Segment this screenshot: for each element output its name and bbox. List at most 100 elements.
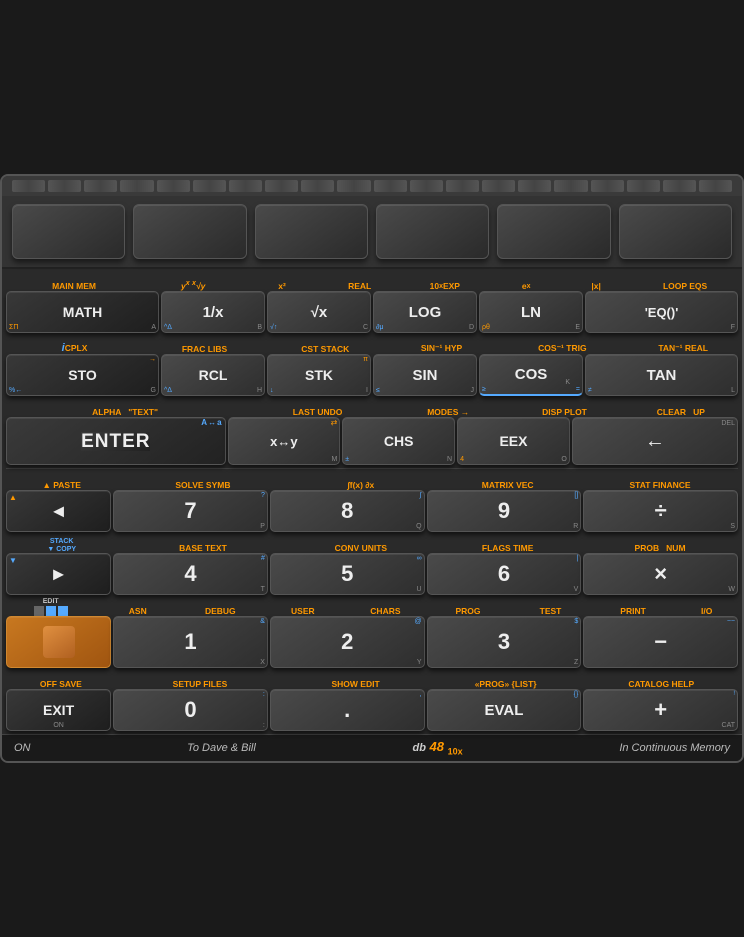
label-setup-files: SETUP FILES — [118, 679, 283, 689]
sin-key[interactable]: SIN ≤ J — [373, 354, 477, 396]
label-io: I/O — [675, 606, 738, 616]
vent-rib — [663, 180, 696, 192]
label-sin-inv-hyp: SIN⁻¹ HYP — [387, 343, 497, 354]
chs-key[interactable]: CHS ± N — [342, 417, 455, 465]
key-4[interactable]: 4 # T — [113, 553, 268, 595]
status-bar: ON To Dave & Bill db 48 10x In Continuou… — [2, 734, 742, 761]
label-yx: yx x√y — [144, 280, 242, 291]
row6-labels: EDIT ASN DEBUG USER CHARS PROG TEST PRIN… — [6, 598, 738, 616]
label-last-undo: LAST UNDO — [246, 407, 389, 417]
label-off-save: OFF SAVE — [6, 679, 116, 689]
vent-rib — [446, 180, 479, 192]
cos-key[interactable]: COS ≥ = K — [479, 354, 583, 396]
status-memory: In Continuous Memory — [619, 742, 730, 754]
f6-key[interactable] — [619, 204, 732, 259]
sto-key[interactable]: STO → %← G — [6, 354, 159, 396]
label-absx: |x| — [562, 281, 630, 291]
label-frac-libs: FRAC LIBS — [145, 344, 264, 354]
subtract-key[interactable]: − −− — [583, 616, 738, 668]
key-8[interactable]: 8 ∫ Q — [270, 490, 425, 532]
label-test: TEST — [510, 606, 591, 616]
vent-rib — [48, 180, 81, 192]
calculator: MAIN MEM yx x√y x² REAL 10x EXP ex |x| L… — [0, 174, 744, 763]
inv-x-key[interactable]: 1/x ^Δ B — [161, 291, 265, 333]
label-main-mem: MAIN MEM — [6, 281, 142, 291]
label-asn: ASN — [98, 606, 179, 616]
key-3[interactable]: 3 $ Z — [427, 616, 582, 668]
key-2[interactable]: 2 @ Y — [270, 616, 425, 668]
vent-rib — [337, 180, 370, 192]
label-cst-stack: CST STACK — [266, 344, 385, 354]
f4-key[interactable] — [376, 204, 489, 259]
key-6[interactable]: 6 | V — [427, 553, 582, 595]
tan-key[interactable]: TAN ≠ L — [585, 354, 738, 396]
vent-rib — [229, 180, 262, 192]
row5-labels: STACK▼ COPY BASE TEXT CONV UNITS FLAGS T… — [6, 535, 738, 553]
label-matrix-vec: MATRIX VEC — [435, 480, 580, 490]
vent-rib — [410, 180, 443, 192]
status-on: ON — [14, 742, 31, 754]
add-key[interactable]: + ! CAT — [583, 689, 738, 731]
label-chars: CHARS — [345, 606, 426, 616]
label-prog: PROG — [428, 606, 509, 616]
xy-swap-key[interactable]: x↔y ⇄ M — [228, 417, 341, 465]
label-disp-plot: DISP PLOT — [507, 407, 621, 417]
math-key[interactable]: MATH ΣΠ A — [6, 291, 159, 333]
section-row7: OFF SAVE SETUP FILES SHOW EDIT «PROG» {L… — [6, 671, 738, 731]
vent-rib — [301, 180, 334, 192]
key-5[interactable]: 5 ∞ U — [270, 553, 425, 595]
enter-key[interactable]: ENTER A↔a — [6, 417, 226, 465]
row4-keys: ◄ ▲ 7 ? P 8 ∫ Q 9 [] R — [6, 490, 738, 532]
f2-key[interactable] — [133, 204, 246, 259]
vent-rib — [157, 180, 190, 192]
label-solve-symb: SOLVE SYMB — [119, 480, 286, 490]
row7-labels: OFF SAVE SETUP FILES SHOW EDIT «PROG» {L… — [6, 671, 738, 689]
label-modes: MODES → — [391, 407, 505, 417]
label-stat-finance: STAT FINANCE — [582, 480, 738, 490]
exit-key[interactable]: EXIT ON — [6, 689, 111, 731]
f5-key[interactable] — [497, 204, 610, 259]
label-show-edit: SHOW EDIT — [284, 679, 427, 689]
row7-keys: EXIT ON 0 : : . , EVAL {} + — [6, 689, 738, 731]
top-function-keys — [2, 196, 742, 269]
key-1[interactable]: 1 & X — [113, 616, 268, 668]
label-integral: ∫f(x) ∂x — [288, 480, 433, 490]
ln-key[interactable]: LN ρθ E — [479, 291, 583, 333]
label-cos-inv-trig: COS⁻¹ TRIG — [498, 343, 626, 354]
f1-key[interactable] — [12, 204, 125, 259]
decimal-key[interactable]: . , — [270, 689, 425, 731]
row1-labels: MAIN MEM yx x√y x² REAL 10x EXP ex |x| L… — [6, 273, 738, 291]
eval-key[interactable]: EVAL {} — [427, 689, 582, 731]
stk-key[interactable]: STK π ↓ I — [267, 354, 371, 396]
backspace-key[interactable]: ← DEL — [572, 417, 738, 465]
row1-keys: MATH ΣΠ A 1/x ^Δ B √x √↑ C LOG ∂μ D — [6, 291, 738, 333]
label-catalog-help: CATALOG HELP — [584, 679, 738, 689]
f3-key[interactable] — [255, 204, 368, 259]
key-0[interactable]: 0 : : — [113, 689, 268, 731]
row3-keys: ENTER A↔a x↔y ⇄ M CHS ± N EEX 4 O — [6, 417, 738, 465]
divide-key[interactable]: ÷ S — [583, 490, 738, 532]
label-ex: ex — [492, 281, 560, 291]
label-alpha-text: ALPHA "TEXT" — [6, 407, 244, 417]
section-row5: STACK▼ COPY BASE TEXT CONV UNITS FLAGS T… — [6, 535, 738, 595]
key-9[interactable]: 9 [] R — [427, 490, 582, 532]
log-key[interactable]: LOG ∂μ D — [373, 291, 477, 333]
orange-key[interactable] — [6, 616, 111, 668]
multiply-key[interactable]: × W — [583, 553, 738, 595]
status-logo: db 48 10x — [412, 739, 462, 757]
vent-rib — [518, 180, 551, 192]
label-base-text: BASE TEXT — [119, 543, 286, 553]
sqrt-key[interactable]: √x √↑ C — [267, 291, 371, 333]
row5-keys: ► ▼ 4 # T 5 ∞ U 6 | V — [6, 553, 738, 595]
vent-rib — [265, 180, 298, 192]
vent-rib — [120, 180, 153, 192]
key-7[interactable]: 7 ? P — [113, 490, 268, 532]
eq-key[interactable]: 'EQ()' F — [585, 291, 738, 333]
right-arrow-key[interactable]: ► ▼ — [6, 553, 111, 595]
label-loop-eqs: LOOP EQS — [632, 281, 738, 291]
eex-key[interactable]: EEX 4 O — [457, 417, 570, 465]
left-arrow-key[interactable]: ◄ ▲ — [6, 490, 111, 532]
top-vents — [2, 176, 742, 196]
rcl-key[interactable]: RCL ^Δ H — [161, 354, 265, 396]
label-clear-up: CLEAR UP — [624, 407, 738, 417]
